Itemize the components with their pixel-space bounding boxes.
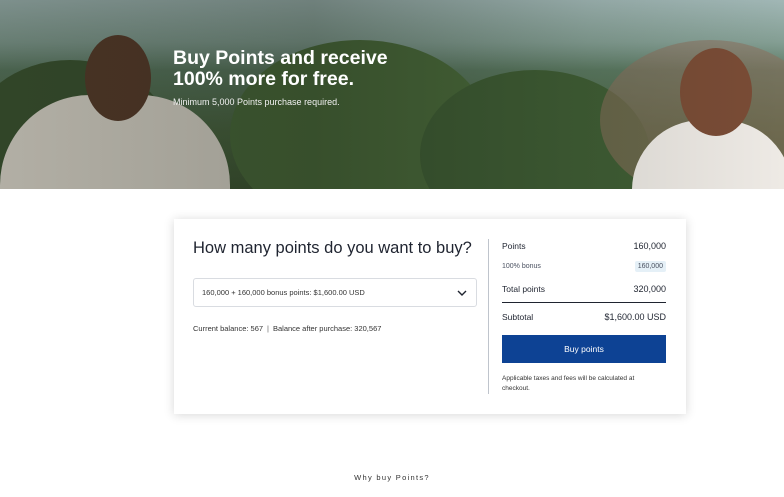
total-label: Total points: [502, 284, 545, 294]
purchase-card: How many points do you want to buy? 160,…: [174, 219, 686, 414]
buy-points-button[interactable]: Buy points: [502, 335, 666, 363]
why-buy-points-link[interactable]: Why buy Points?: [0, 473, 784, 482]
chevron-down-icon: [457, 290, 467, 296]
points-selection: How many points do you want to buy? 160,…: [193, 239, 477, 333]
hero-title-line2: 100% more for free.: [173, 68, 354, 90]
points-row: Points 160,000: [502, 241, 666, 251]
points-question: How many points do you want to buy?: [193, 239, 472, 257]
subtotal-row: Subtotal $1,600.00 USD: [502, 312, 666, 322]
subtotal-value: $1,600.00 USD: [604, 312, 666, 322]
points-dropdown-value: 160,000 + 160,000 bonus points: $1,600.0…: [202, 288, 365, 297]
balance-separator: |: [267, 324, 269, 333]
bonus-row: 100% bonus 160,000: [502, 261, 666, 272]
tax-note: Applicable taxes and fees will be calcul…: [502, 375, 635, 392]
subtotal-label: Subtotal: [502, 312, 534, 322]
card-divider: [488, 239, 489, 394]
total-value: 320,000: [633, 284, 666, 294]
hero-banner: Buy Points and receive 100% more for fre…: [0, 0, 784, 189]
hero-title: Buy Points and receive 100% more for fre…: [173, 48, 433, 90]
hero-shade: [0, 0, 784, 189]
total-row: Total points 320,000: [502, 284, 666, 294]
points-value: 160,000: [633, 241, 666, 251]
summary-divider: [502, 302, 666, 303]
bonus-value: 160,000: [634, 261, 666, 272]
current-balance: Current balance: 567: [193, 324, 264, 333]
points-dropdown[interactable]: 160,000 + 160,000 bonus points: $1,600.0…: [193, 278, 477, 307]
hero-title-line1: Buy Points and receive: [173, 47, 388, 69]
points-label: Points: [502, 241, 526, 251]
bonus-label: 100% bonus: [502, 263, 541, 270]
balance-after-purchase: Balance after purchase: 320,567: [273, 324, 382, 333]
hero-subtitle: Minimum 5,000 Points purchase required.: [173, 97, 340, 107]
balance-info: Current balance: 567 | Balance after purch…: [193, 324, 381, 333]
